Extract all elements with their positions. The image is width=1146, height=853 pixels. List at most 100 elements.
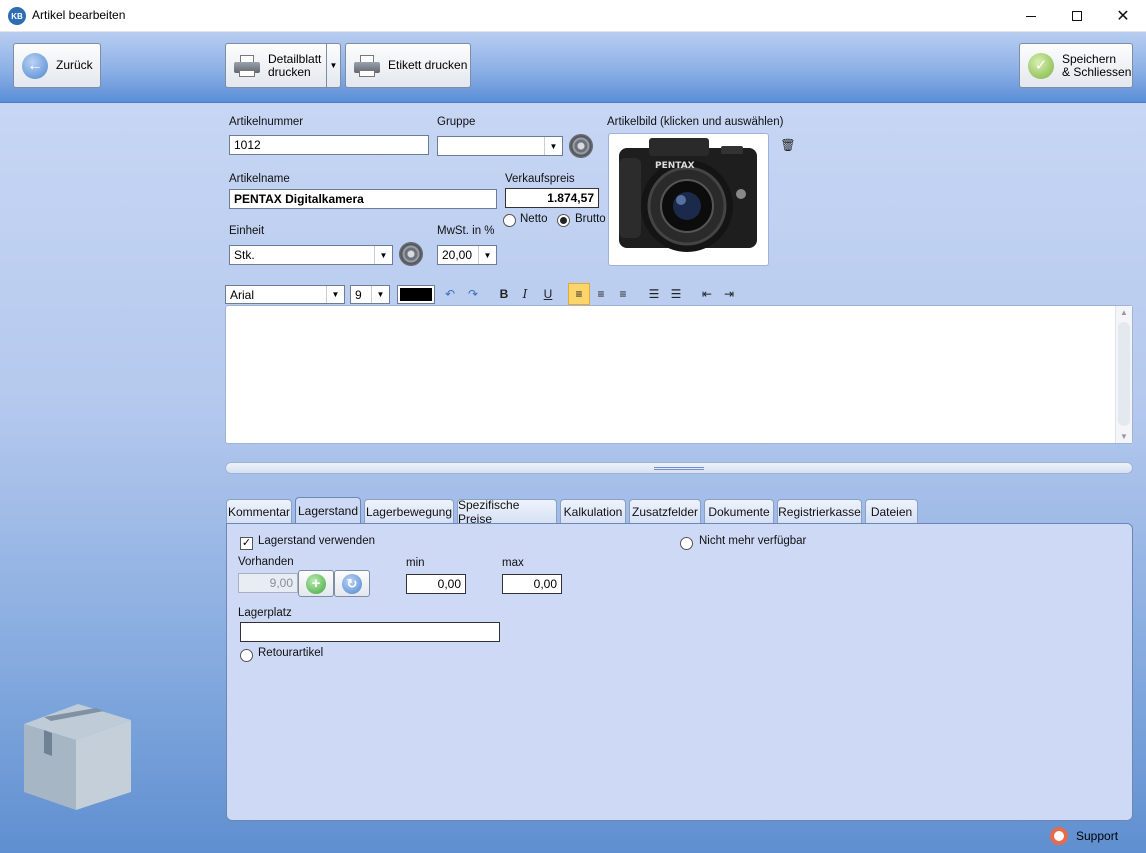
checkmark-icon: ✓ — [1028, 52, 1054, 79]
mwst-select[interactable]: 20,00 ▼ — [437, 245, 497, 265]
app-logo-icon: KB — [8, 7, 26, 25]
label-print-button[interactable]: Etikett drucken — [345, 43, 471, 88]
lagerstand-panel — [226, 523, 1133, 821]
unavailable-radio[interactable] — [680, 537, 693, 550]
undo-icon[interactable]: ↶ — [440, 284, 460, 304]
outdent-icon[interactable]: ⇤ — [697, 284, 717, 304]
tab-dokumente[interactable]: Dokumente — [704, 499, 774, 523]
package-box-icon — [24, 704, 131, 810]
printer-icon — [354, 54, 380, 77]
detail-print-label: Detailblatt drucken — [268, 51, 322, 79]
vorhanden-input: 9,00 — [238, 573, 298, 593]
mwst-label: MwSt. in % — [437, 225, 495, 237]
text-color-picker[interactable] — [397, 285, 435, 304]
verkaufspreis-label: Verkaufspreis — [505, 173, 575, 185]
indent-icon[interactable]: ⇥ — [719, 284, 739, 304]
tab-lagerstand[interactable]: Lagerstand — [295, 497, 361, 524]
font-family-select[interactable]: Arial ▼ — [225, 285, 345, 304]
back-label: Zurück — [56, 58, 93, 72]
artikelnummer-input[interactable]: 1012 — [229, 135, 429, 155]
plus-icon: + — [306, 573, 326, 594]
tab-kommentar[interactable]: Kommentar — [226, 499, 292, 523]
gruppe-label: Gruppe — [437, 116, 476, 128]
splitter-handle[interactable] — [225, 462, 1133, 474]
brutto-label: Brutto — [575, 213, 606, 225]
tab-spezifische-preise[interactable]: Spezifische Preise — [457, 498, 557, 526]
verkaufspreis-input[interactable]: 1.874,57 — [505, 188, 599, 208]
unavailable-label: Nicht mehr verfügbar — [699, 535, 807, 547]
artikelnummer-label: Artikelnummer — [229, 116, 304, 128]
einheit-settings-gear-icon[interactable] — [400, 243, 422, 265]
font-size-select[interactable]: 9 ▼ — [350, 285, 390, 304]
camera-photo-icon: PENTAX — [619, 138, 757, 252]
netto-label: Netto — [520, 213, 548, 225]
minimize-button[interactable] — [1008, 0, 1054, 32]
tab-kalkulation[interactable]: Kalkulation — [560, 499, 626, 523]
use-stock-checkbox[interactable]: ✓ — [240, 537, 253, 550]
chevron-down-icon: ▼ — [371, 286, 389, 303]
min-input[interactable]: 0,00 — [406, 574, 466, 594]
max-input[interactable]: 0,00 — [502, 574, 562, 594]
underline-icon[interactable]: U — [538, 284, 558, 304]
close-window-button[interactable]: ✕ — [1100, 0, 1146, 32]
einheit-label: Einheit — [229, 225, 265, 237]
add-stock-button[interactable]: + — [298, 570, 334, 597]
support-label: Support — [1076, 829, 1119, 843]
retour-radio[interactable] — [240, 649, 253, 662]
chevron-down-icon: ▼ — [544, 137, 562, 155]
gruppe-settings-gear-icon[interactable] — [570, 135, 592, 157]
detail-print-button[interactable]: Detailblatt drucken — [225, 43, 327, 88]
save-label-line2: & Schliessen — [1062, 64, 1132, 79]
chevron-down-icon: ▼ — [478, 246, 496, 264]
detail-print-label-line1: Detailblatt — [268, 51, 322, 66]
gruppe-select[interactable]: ▼ — [437, 136, 563, 156]
brutto-radio[interactable] — [557, 214, 570, 227]
use-stock-label: Lagerstand verwenden — [258, 535, 375, 547]
tab-dateien[interactable]: Dateien — [865, 499, 918, 523]
window-title: Artikel bearbeiten — [32, 8, 126, 22]
refresh-stock-button[interactable]: ↻ — [334, 570, 370, 597]
delete-image-trash-icon[interactable]: 🗑 — [778, 135, 798, 155]
minimize-icon — [1026, 15, 1036, 17]
redo-icon[interactable]: ↷ — [463, 284, 483, 304]
article-image-box[interactable]: PENTAX — [608, 133, 769, 266]
align-center-icon[interactable]: ≡ — [591, 284, 611, 304]
scroll-up-icon: ▲ — [1120, 308, 1128, 317]
netto-radio[interactable] — [503, 214, 516, 227]
scroll-down-icon: ▼ — [1120, 432, 1128, 441]
editor-scrollbar[interactable]: ▲ ▼ — [1115, 306, 1132, 443]
numbered-list-icon[interactable]: ☰ — [666, 284, 686, 304]
chevron-down-icon: ▼ — [326, 286, 344, 303]
camera-brand-text: PENTAX — [655, 161, 695, 171]
mwst-value: 20,00 — [442, 248, 473, 262]
lifebuoy-icon — [1050, 827, 1068, 845]
text-color-swatch — [400, 288, 432, 301]
save-close-label: Speichern & Schliessen — [1062, 51, 1132, 79]
save-close-button[interactable]: ✓ Speichern & Schliessen — [1019, 43, 1133, 88]
min-label: min — [406, 557, 425, 569]
italic-icon[interactable]: I — [515, 284, 535, 304]
back-button[interactable]: ← Zurück — [13, 43, 101, 88]
save-label-line1: Speichern — [1062, 51, 1117, 66]
align-right-icon[interactable]: ≡ — [613, 284, 633, 304]
support-link[interactable]: Support — [1050, 827, 1118, 845]
einheit-value: Stk. — [234, 248, 255, 262]
close-icon: ✕ — [1116, 8, 1130, 25]
bullet-list-icon[interactable]: ☰ — [644, 284, 664, 304]
scroll-thumb[interactable] — [1118, 322, 1130, 426]
tab-zusatzfelder[interactable]: Zusatzfelder — [629, 499, 701, 523]
tab-lagerbewegung[interactable]: Lagerbewegung — [364, 499, 454, 523]
artikelname-input[interactable]: PENTAX Digitalkamera — [229, 189, 497, 209]
back-arrow-icon: ← — [22, 52, 48, 79]
align-left-icon[interactable]: ≡ — [568, 283, 590, 305]
artikelname-label: Artikelname — [229, 173, 290, 185]
maximize-button[interactable] — [1054, 0, 1100, 32]
lagerplatz-input[interactable] — [240, 622, 500, 642]
bold-icon[interactable]: B — [494, 284, 514, 304]
einheit-select[interactable]: Stk. ▼ — [229, 245, 393, 265]
detail-print-label-line2: drucken — [268, 64, 311, 79]
font-family-value: Arial — [230, 287, 255, 302]
description-editor[interactable] — [225, 305, 1133, 444]
detail-print-dropdown-button[interactable]: ▼ — [326, 43, 341, 88]
tab-registrierkasse[interactable]: Registrierkasse — [777, 499, 862, 523]
